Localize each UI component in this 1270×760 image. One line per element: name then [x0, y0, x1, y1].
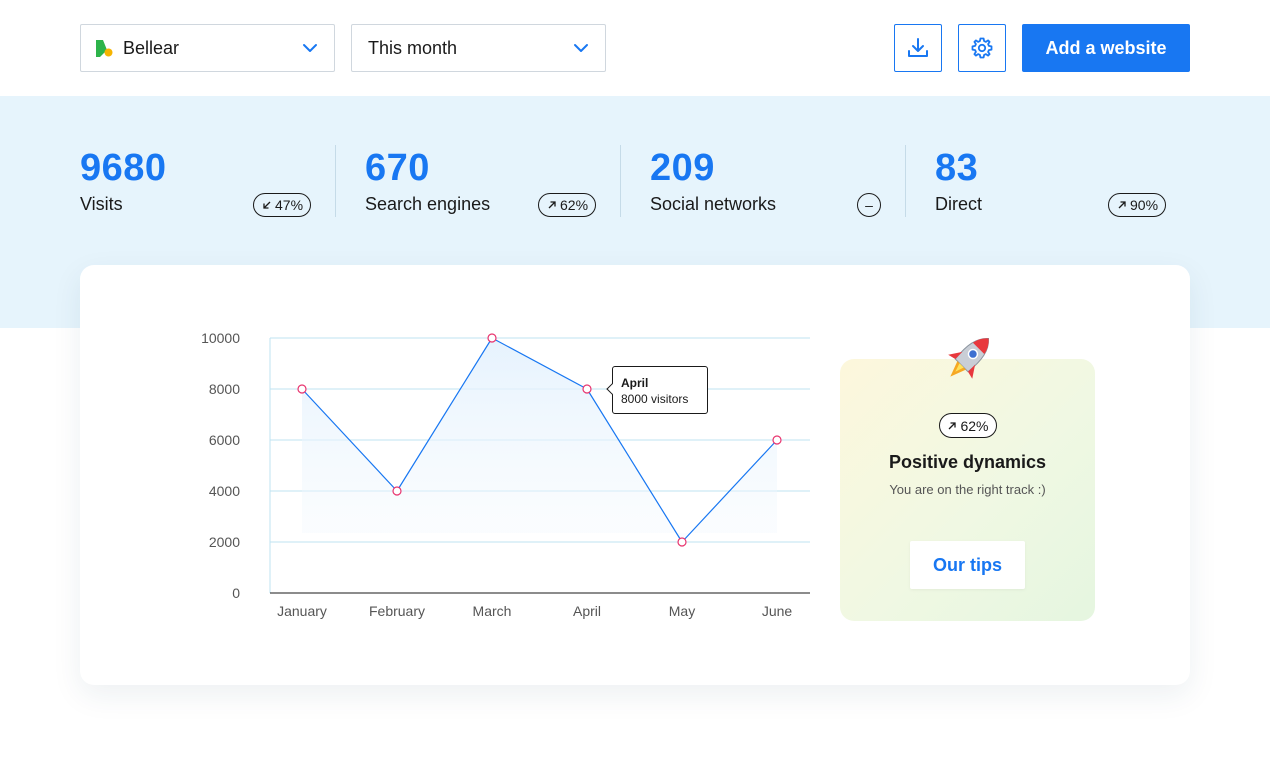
x-tick-label: March: [473, 603, 512, 619]
x-tick-label: April: [573, 603, 601, 619]
arrow-up-right-icon: [949, 421, 957, 429]
tips-change-value: 62%: [960, 417, 989, 434]
y-tick-label: 6000: [209, 432, 240, 448]
tips-title: Positive dynamics: [888, 452, 1047, 472]
tooltip-text: 8000 visitors: [621, 392, 689, 406]
y-tick-label: 10000: [201, 330, 240, 346]
x-tick-label: February: [369, 603, 425, 619]
data-point-february: [392, 486, 402, 496]
data-point-january: [297, 384, 307, 394]
y-tick-label: 8000: [209, 381, 240, 397]
tips-change-badge: 62%: [939, 413, 997, 438]
data-point-june: [772, 435, 782, 445]
tooltip-title: April: [621, 376, 649, 390]
rocket-icon: [948, 337, 990, 379]
x-tick-label: May: [669, 603, 695, 619]
chart-tooltip: April 8000 visitors: [606, 366, 708, 414]
data-point-april: [582, 384, 592, 394]
tips-subtitle: You are on the right track :): [889, 482, 1046, 497]
x-tick-label: January: [277, 603, 327, 619]
data-point-march: [487, 333, 497, 343]
our-tips-button[interactable]: Our tips: [910, 541, 1025, 589]
y-tick-label: 0: [232, 585, 240, 601]
data-point-may: [677, 537, 687, 547]
y-tick-label: 4000: [209, 483, 240, 499]
x-tick-label: June: [762, 603, 793, 619]
y-tick-label: 2000: [209, 534, 240, 550]
